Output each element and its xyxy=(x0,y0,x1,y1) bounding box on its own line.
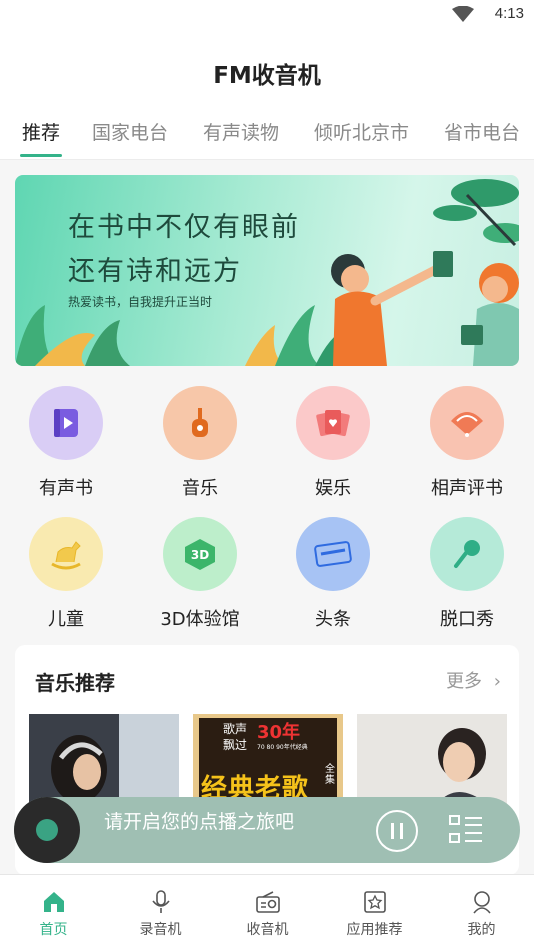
nav-apps[interactable]: 应用推荐 xyxy=(321,875,428,949)
nav-home[interactable]: 首页 xyxy=(0,875,107,949)
tab-audiobooks[interactable]: 有声读物 xyxy=(203,118,279,145)
nav-label: 我的 xyxy=(467,922,496,938)
category-label: 头条 xyxy=(315,609,351,630)
fan-icon xyxy=(430,386,504,460)
banner-headline-2: 还有诗和远方 xyxy=(68,256,242,287)
divider xyxy=(0,159,534,160)
banner-subtitle: 热爱读书，自我提升正当时 xyxy=(68,295,213,309)
nav-recorder[interactable]: 录音机 xyxy=(107,875,214,949)
disc-icon xyxy=(14,797,80,863)
category-label: 脱口秀 xyxy=(440,609,494,630)
nav-label: 收音机 xyxy=(246,922,289,938)
category-children[interactable]: 儿童 xyxy=(11,517,121,631)
radio-icon xyxy=(256,891,280,913)
category-talkshow[interactable]: 脱口秀 xyxy=(412,517,522,631)
page-title: FM收音机 xyxy=(213,63,321,89)
status-time: 4:13 xyxy=(494,5,524,22)
category-music[interactable]: 音乐 xyxy=(145,386,255,500)
nav-radio[interactable]: 收音机 xyxy=(214,875,321,949)
album-text: 全集 xyxy=(325,764,335,786)
album-text: 30年 xyxy=(257,722,301,743)
3d-icon: 3D xyxy=(163,517,237,591)
album-thumb[interactable] xyxy=(29,714,179,804)
nav-label: 录音机 xyxy=(139,922,182,938)
wifi-icon xyxy=(452,6,474,22)
player-prompt: 请开启您的点播之旅吧 xyxy=(104,811,295,833)
category-label: 相声评书 xyxy=(431,478,503,499)
home-icon xyxy=(44,892,64,912)
pause-icon xyxy=(391,823,403,839)
tab-provincial[interactable]: 省市电台 xyxy=(444,118,520,145)
top-header: 4:13 FM收音机 推荐 国家电台 有声读物 倾听北京市 省市电台 xyxy=(0,0,534,160)
album-thumb[interactable]: 歌声 飘过 30年 70 80 90年代经典 经典老歌 全集 xyxy=(193,714,343,804)
banner-headline-1: 在书中不仅有眼前 xyxy=(68,212,300,243)
rocking-horse-icon xyxy=(29,517,103,591)
svg-text:3D: 3D xyxy=(191,548,209,562)
promo-banner[interactable]: 在书中不仅有眼前 还有诗和远方 热爱读书，自我提升正当时 xyxy=(15,175,519,366)
album-text: 70 80 90年代经典 xyxy=(257,744,308,751)
category-label: 儿童 xyxy=(48,609,84,630)
chevron-right-icon: › xyxy=(493,671,501,692)
tab-beijing[interactable]: 倾听北京市 xyxy=(314,118,409,145)
category-label: 音乐 xyxy=(182,478,218,499)
tab-bar: 推荐 国家电台 有声读物 倾听北京市 省市电台 xyxy=(0,118,534,160)
guitar-icon xyxy=(163,386,237,460)
category-label: 娱乐 xyxy=(315,478,351,499)
category-entertainment[interactable]: 娱乐 xyxy=(278,386,388,500)
audiobook-icon xyxy=(29,386,103,460)
album-text: 歌声 xyxy=(223,722,248,736)
category-crosstalk[interactable]: 相声评书 xyxy=(412,386,522,500)
category-label: 3D体验馆 xyxy=(160,609,240,630)
mini-player[interactable]: 请开启您的点播之旅吧 xyxy=(14,797,520,863)
nav-label: 应用推荐 xyxy=(346,922,403,938)
category-headlines[interactable]: 头条 xyxy=(278,517,388,631)
tab-national[interactable]: 国家电台 xyxy=(92,118,168,145)
more-link[interactable]: 更多 › xyxy=(446,667,501,693)
album-text: 飘过 xyxy=(223,738,248,752)
tab-indicator xyxy=(20,154,62,157)
nav-profile[interactable]: 我的 xyxy=(428,875,534,949)
profile-icon xyxy=(473,891,491,914)
bottom-nav: 首页 录音机 收音机 应用推荐 我的 xyxy=(0,874,534,949)
apps-icon xyxy=(364,891,386,913)
category-3d[interactable]: 3D 3D体验馆 xyxy=(145,517,255,631)
playlist-icon[interactable] xyxy=(449,814,483,846)
tab-recommend[interactable]: 推荐 xyxy=(22,118,60,145)
category-label: 有声书 xyxy=(39,478,93,499)
pause-button[interactable] xyxy=(376,810,418,852)
microphone-icon xyxy=(430,517,504,591)
more-label: 更多 xyxy=(446,671,483,692)
status-bar: 4:13 xyxy=(0,0,534,30)
category-audiobook[interactable]: 有声书 xyxy=(11,386,121,500)
nav-label: 首页 xyxy=(39,922,68,938)
cards-icon xyxy=(296,386,370,460)
news-icon xyxy=(296,517,370,591)
recorder-icon xyxy=(152,890,170,913)
section-title: 音乐推荐 xyxy=(35,671,115,695)
album-thumb[interactable] xyxy=(357,714,507,804)
